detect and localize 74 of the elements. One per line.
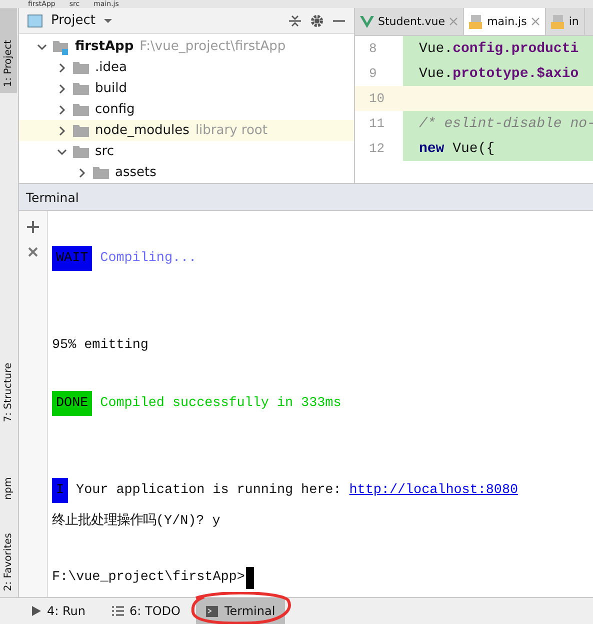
tree-note: library root xyxy=(195,123,268,138)
collapse-icon[interactable] xyxy=(288,14,302,28)
panel-title[interactable]: Project xyxy=(51,13,96,28)
line-number: 9 xyxy=(368,66,378,81)
code-text: Vue.config.producti xyxy=(418,40,579,56)
status-badge: I xyxy=(52,478,68,503)
folder-icon xyxy=(93,166,109,179)
list-icon xyxy=(112,606,124,616)
status-badge: DONE xyxy=(52,391,92,416)
js-file-icon xyxy=(469,14,484,28)
tree-note: F:\vue_project\firstApp xyxy=(140,39,286,54)
line-number: 12 xyxy=(368,141,386,156)
tool-window-button[interactable]: npm xyxy=(0,448,17,506)
tree-item[interactable]: assets xyxy=(19,162,354,183)
tree-label: .idea xyxy=(95,60,127,75)
terminal-output[interactable]: WAIT Compiling... 95% emitting DONE Compiled successfully in 333ms I Your application is running here: http://localhost:8080 终止批处理操作吗(Y/N)? y F:\vue_project\firstApp> xyxy=(48,211,593,597)
js-file-icon xyxy=(550,14,565,28)
tree-label: src xyxy=(95,144,114,159)
tool-window-tab[interactable]: 4: Run xyxy=(22,598,96,624)
folder-icon xyxy=(73,124,89,137)
terminal-text: Compiling... xyxy=(100,251,197,266)
tree-item[interactable]: .idea xyxy=(19,57,354,78)
tree-item[interactable]: src xyxy=(19,141,354,162)
module-folder-icon xyxy=(53,38,69,54)
editor-tab[interactable]: main.js xyxy=(464,8,546,35)
command-prompt: F:\vue_project\firstApp> xyxy=(52,570,245,585)
line-number: 11 xyxy=(368,116,386,131)
tool-window-button[interactable]: 1: Project xyxy=(0,8,17,94)
folder-icon xyxy=(73,145,89,158)
dropdown-icon[interactable] xyxy=(103,18,114,24)
tree-label: build xyxy=(95,81,127,96)
terminal-text: Your application is running here: http://localhost:8080 xyxy=(76,483,518,498)
tool-window-button[interactable]: 2: Favorites xyxy=(0,512,17,598)
chevron-right-icon[interactable] xyxy=(57,84,67,94)
status-badge: WAIT xyxy=(52,246,92,271)
text-cursor xyxy=(246,566,254,588)
tree-item[interactable]: firstApp F:\vue_project\firstApp xyxy=(19,36,354,57)
window-icon xyxy=(27,14,43,28)
url-link[interactable]: http://localhost:8080 xyxy=(349,483,518,498)
tool-window-tab[interactable]: 6: TODO xyxy=(102,598,190,624)
folder-icon xyxy=(73,61,89,74)
line-number: 8 xyxy=(368,41,378,56)
add-icon[interactable] xyxy=(27,221,39,233)
chevron-down-icon[interactable] xyxy=(37,42,47,52)
terminal-text: 95% emitting xyxy=(52,338,148,353)
chevron-right-icon[interactable] xyxy=(57,62,67,72)
line-number: 10 xyxy=(368,91,386,106)
editor-tab[interactable]: in xyxy=(546,8,585,35)
close-icon[interactable] xyxy=(28,247,38,257)
tree-item[interactable]: build xyxy=(19,78,354,99)
tree-label: config xyxy=(95,102,135,117)
code-text: /* eslint-disable no- xyxy=(418,116,593,132)
settings-icon[interactable] xyxy=(310,14,324,28)
tool-window-button[interactable]: 7: Structure xyxy=(0,343,17,428)
terminal-text: Compiled successfully in 333ms xyxy=(100,396,342,411)
folder-icon xyxy=(73,103,89,116)
terminal-text: 终止批处理操作吗(Y/N)? y xyxy=(52,512,220,528)
tree-label: node_modules xyxy=(95,123,190,138)
tree-item[interactable]: node_modules library root xyxy=(19,120,354,141)
chevron-down-icon[interactable] xyxy=(57,146,67,156)
code-text: Vue.prototype.$axio xyxy=(418,66,579,82)
tree-item[interactable]: config xyxy=(19,99,354,120)
chevron-right-icon[interactable] xyxy=(57,126,67,136)
tree-label: assets xyxy=(115,165,156,180)
chevron-right-icon[interactable] xyxy=(57,104,67,114)
terminal-icon xyxy=(206,606,218,616)
play-icon xyxy=(32,606,41,616)
chevron-right-icon[interactable] xyxy=(77,168,87,178)
close-icon[interactable] xyxy=(530,17,540,26)
vue-logo-icon xyxy=(360,16,374,28)
code-text: new Vue({ xyxy=(418,140,495,156)
terminal-title: Terminal xyxy=(26,190,79,204)
tree-label: firstApp xyxy=(75,39,134,54)
folder-icon xyxy=(73,82,89,95)
